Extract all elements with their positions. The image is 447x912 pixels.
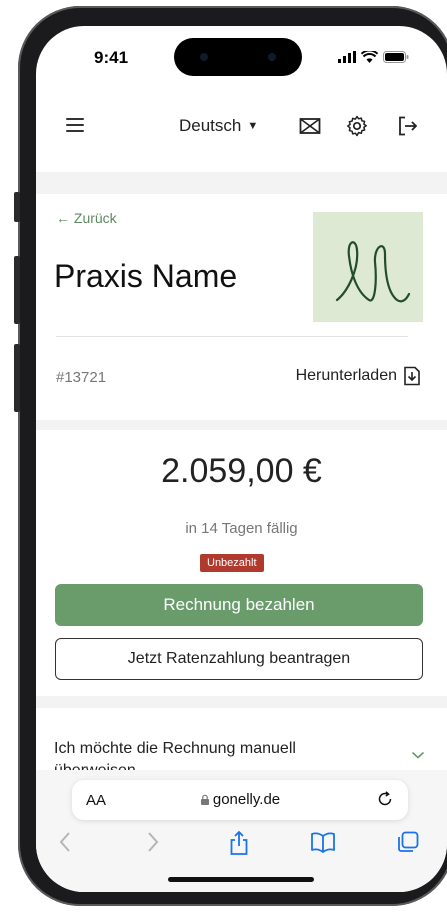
practice-name: Praxis Name <box>54 258 238 294</box>
bookmarks-icon[interactable] <box>310 830 336 854</box>
lock-icon <box>200 794 209 805</box>
browser-chrome: AA gonelly.de <box>36 770 447 892</box>
dynamic-island <box>174 38 302 76</box>
download-button[interactable]: Herunterladen <box>296 366 421 386</box>
logo-mark-icon <box>335 241 411 303</box>
divider-line <box>56 336 408 337</box>
gear-icon[interactable] <box>345 114 369 138</box>
screen: 9:41 Deutsch ▼ ← Zurück Praxis Name #1372… <box>36 26 447 892</box>
volume-up-button <box>14 256 20 324</box>
language-select[interactable]: Deutsch ▼ <box>179 116 258 136</box>
browser-toolbar <box>36 830 447 860</box>
system-icons <box>338 51 409 63</box>
installment-button[interactable]: Jetzt Ratenzahlung beantragen <box>55 638 423 680</box>
app-header: Deutsch ▼ <box>36 106 447 146</box>
language-label: Deutsch <box>179 116 242 135</box>
back-link[interactable]: ← Zurück <box>56 210 117 226</box>
section-divider <box>36 696 447 708</box>
status-bar: 9:41 <box>36 26 447 90</box>
mail-icon[interactable] <box>298 114 322 138</box>
signal-icon <box>338 51 356 63</box>
invoice-number: #13721 <box>56 369 107 386</box>
download-label: Herunterladen <box>295 367 397 384</box>
back-icon[interactable] <box>58 830 72 854</box>
volume-down-button <box>14 344 20 412</box>
menu-icon[interactable] <box>66 118 84 132</box>
logout-icon[interactable] <box>396 114 420 138</box>
invoice-amount: 2.059,00 € <box>161 452 322 490</box>
address-bar[interactable]: AA gonelly.de <box>72 780 408 820</box>
camera-dot <box>268 53 276 61</box>
due-text: in 14 Tagen fällig <box>185 520 298 537</box>
share-icon[interactable] <box>228 830 250 856</box>
forward-icon[interactable] <box>146 830 160 854</box>
sensor-dot <box>200 53 208 61</box>
home-indicator[interactable] <box>168 877 314 882</box>
url-text: gonelly.de <box>212 791 281 808</box>
download-icon <box>404 366 420 386</box>
reload-icon[interactable] <box>376 790 394 808</box>
tabs-icon[interactable] <box>396 830 420 854</box>
url-display: gonelly.de <box>72 791 408 808</box>
mute-switch <box>14 192 20 222</box>
status-badge: Unbezahlt <box>200 554 264 572</box>
pay-invoice-button[interactable]: Rechnung bezahlen <box>55 584 423 626</box>
manual-transfer-text: Ich möchte die Rechnung manuell <box>54 740 296 757</box>
status-time: 9:41 <box>94 48 129 67</box>
practice-logo <box>313 212 423 322</box>
caret-down-icon: ▼ <box>247 120 259 132</box>
battery-icon <box>383 51 409 63</box>
chevron-down-icon[interactable] <box>411 750 425 760</box>
wifi-icon <box>361 51 378 63</box>
section-divider <box>36 172 447 194</box>
section-divider <box>36 420 447 430</box>
